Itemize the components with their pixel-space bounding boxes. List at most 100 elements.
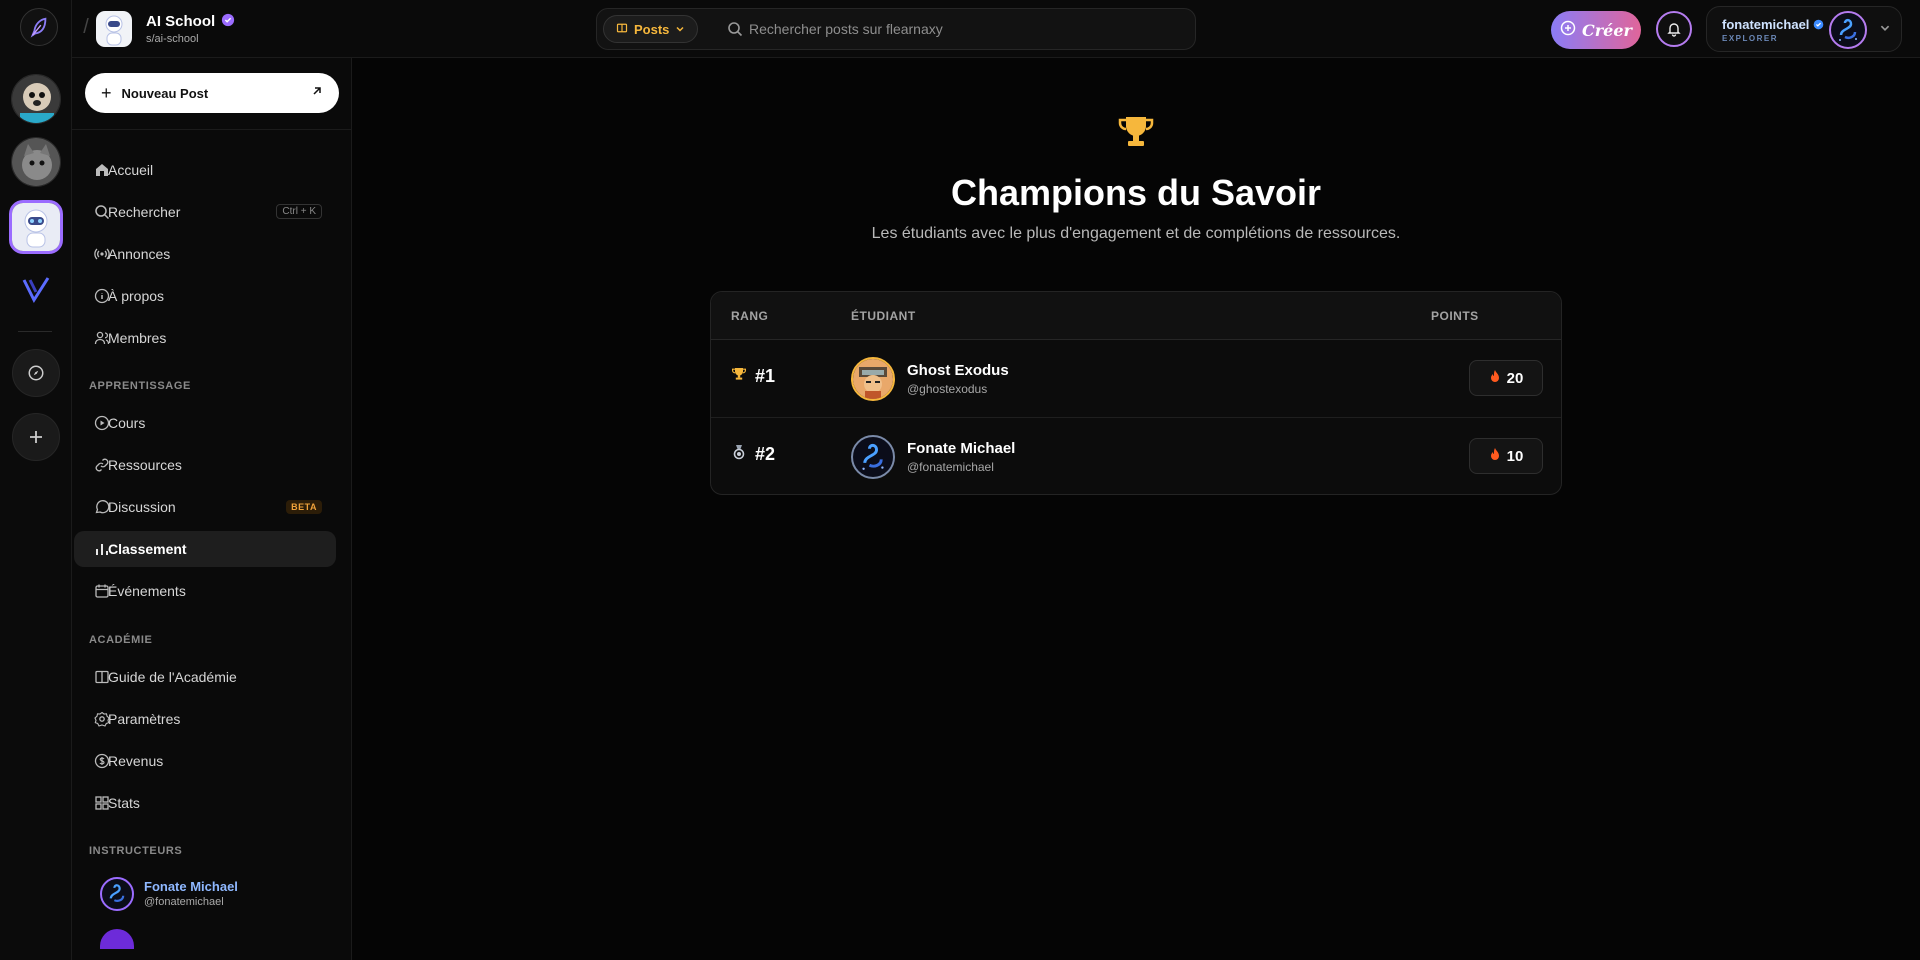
points-value: 10	[1506, 447, 1524, 465]
notifications-bell-icon[interactable]	[1656, 11, 1692, 47]
student-handle: @ghostexodus	[907, 382, 988, 396]
new-post-label: Nouveau Post	[121, 85, 209, 101]
sidebar-item-label: Classement	[108, 541, 187, 557]
sidebar: + Nouveau Post Accueil Rechercher Ctrl +…	[72, 58, 352, 960]
school-name[interactable]: AI School	[146, 13, 235, 31]
info-icon	[94, 288, 110, 304]
grid-icon	[94, 795, 110, 811]
beta-badge: BETA	[286, 500, 322, 514]
section-title-apprentissage: APPRENTISSAGE	[89, 380, 191, 392]
chevron-down-icon	[1879, 21, 1891, 39]
search-icon	[727, 21, 743, 42]
sidebar-item-label: Rechercher	[108, 204, 181, 220]
instructor-item[interactable]: Fonate Michael @fonatemichael	[100, 873, 340, 913]
sidebar-item-label: Cours	[108, 415, 146, 431]
user-menu[interactable]: fonatemichael EXPLORER	[1706, 6, 1902, 52]
create-button[interactable]: Créer	[1551, 11, 1641, 49]
server-avatar-ai-school[interactable]	[9, 200, 63, 254]
sidebar-item-label: Annonces	[108, 246, 171, 262]
sidebar-item-label: Membres	[108, 330, 167, 346]
search-input[interactable]	[749, 14, 1169, 44]
server-logo-v[interactable]	[20, 274, 52, 306]
student-name[interactable]: Fonate Michael	[907, 440, 1015, 457]
table-row[interactable]: #2 Fonate Michael @fonatemichael 10	[711, 418, 1561, 494]
sidebar-item-cours[interactable]: Cours	[74, 405, 336, 441]
bar-chart-icon	[94, 541, 110, 557]
sidebar-item-guide[interactable]: Guide de l'Académie	[74, 659, 336, 695]
sidebar-item-stats[interactable]: Stats	[74, 785, 336, 821]
trophy-icon	[1116, 114, 1156, 155]
broadcast-icon	[94, 246, 110, 262]
school-name-text: AI School	[146, 13, 216, 30]
section-title-academie: ACADÉMIE	[89, 634, 153, 646]
points-value: 20	[1506, 369, 1524, 387]
sidebar-item-revenus[interactable]: Revenus	[74, 743, 336, 779]
sidebar-item-evenements[interactable]: Événements	[74, 573, 336, 609]
sidebar-item-label: Paramètres	[108, 711, 181, 727]
column-header-rank: RANG	[731, 309, 769, 323]
sidebar-item-label: Guide de l'Académie	[108, 669, 237, 685]
rank-cell: #1	[731, 366, 775, 387]
new-post-button[interactable]: + Nouveau Post	[85, 73, 339, 113]
posts-filter-dropdown[interactable]: Posts	[603, 15, 699, 43]
main-content: Champions du Savoir Les étudiants avec l…	[352, 58, 1920, 960]
search-bar: Posts	[596, 8, 1196, 50]
sidebar-item-label: Événements	[108, 583, 186, 599]
plus-icon: +	[101, 82, 112, 103]
sidebar-item-a-propos[interactable]: À propos	[74, 278, 336, 314]
instructor-avatar-partial[interactable]	[100, 929, 134, 949]
sidebar-item-membres[interactable]: Membres	[74, 320, 336, 356]
app-root: / AI School s/ai-school Posts Créer fona…	[0, 0, 1920, 960]
school-handle: s/ai-school	[146, 33, 199, 45]
school-avatar[interactable]	[96, 11, 132, 47]
sidebar-item-parametres[interactable]: Paramètres	[74, 701, 336, 737]
calendar-icon	[94, 583, 110, 599]
feather-logo-icon[interactable]	[20, 8, 58, 46]
rank-cell: #2	[731, 444, 775, 465]
sidebar-item-label: Revenus	[108, 753, 164, 769]
column-header-student: ÉTUDIANT	[851, 309, 916, 323]
top-bar: / AI School s/ai-school Posts Créer fona…	[72, 0, 1920, 58]
rank-text: #1	[755, 366, 776, 386]
student-avatar	[851, 357, 895, 401]
student-handle: @fonatemichael	[907, 460, 994, 474]
points-badge: 20	[1469, 360, 1543, 396]
student-name[interactable]: Ghost Exodus	[907, 362, 1009, 379]
explore-compass-icon[interactable]	[12, 349, 60, 397]
home-icon	[94, 162, 110, 178]
sidebar-item-classement[interactable]: Classement	[74, 531, 336, 567]
medal-icon	[731, 444, 747, 465]
server-avatar-cat[interactable]	[11, 137, 61, 187]
fire-icon	[1489, 369, 1501, 387]
shortcut-hint: Ctrl + K	[276, 204, 322, 219]
server-avatar-dog[interactable]	[11, 74, 61, 124]
sidebar-item-rechercher[interactable]: Rechercher Ctrl + K	[74, 194, 336, 230]
rail-divider	[18, 331, 52, 332]
sidebar-item-label: Accueil	[108, 162, 154, 178]
leaderboard-table: RANG ÉTUDIANT POINTS #1 Ghost Exodus @gh…	[710, 291, 1562, 495]
users-icon	[94, 330, 110, 346]
add-server-plus-icon[interactable]	[12, 413, 60, 461]
instructor-name: Fonate Michael	[144, 879, 238, 894]
table-row[interactable]: #1 Ghost Exodus @ghostexodus 20	[711, 340, 1561, 417]
sidebar-item-label: Discussion	[108, 499, 176, 515]
page-subtitle: Les étudiants avec le plus d'engagement …	[871, 225, 1401, 242]
section-title-instructeurs: INSTRUCTEURS	[89, 845, 183, 857]
instructor-handle: @fonatemichael	[144, 896, 224, 908]
arrow-up-right-icon	[311, 85, 323, 100]
chat-icon	[94, 499, 110, 515]
plus-circle-icon	[1560, 20, 1576, 40]
sidebar-item-accueil[interactable]: Accueil	[74, 152, 336, 188]
sidebar-item-label: À propos	[108, 288, 165, 304]
sidebar-item-ressources[interactable]: Ressources	[74, 447, 336, 483]
column-header-points: POINTS	[1431, 309, 1479, 323]
sidebar-item-label: Ressources	[108, 457, 182, 473]
student-avatar	[851, 435, 895, 479]
user-role: EXPLORER	[1722, 34, 1779, 43]
verified-badge-icon	[221, 13, 235, 31]
points-badge: 10	[1469, 438, 1543, 474]
server-rail	[0, 0, 72, 960]
book-open-icon	[616, 22, 628, 37]
sidebar-item-discussion[interactable]: Discussion BETA	[74, 489, 336, 525]
sidebar-item-annonces[interactable]: Annonces	[74, 236, 336, 272]
